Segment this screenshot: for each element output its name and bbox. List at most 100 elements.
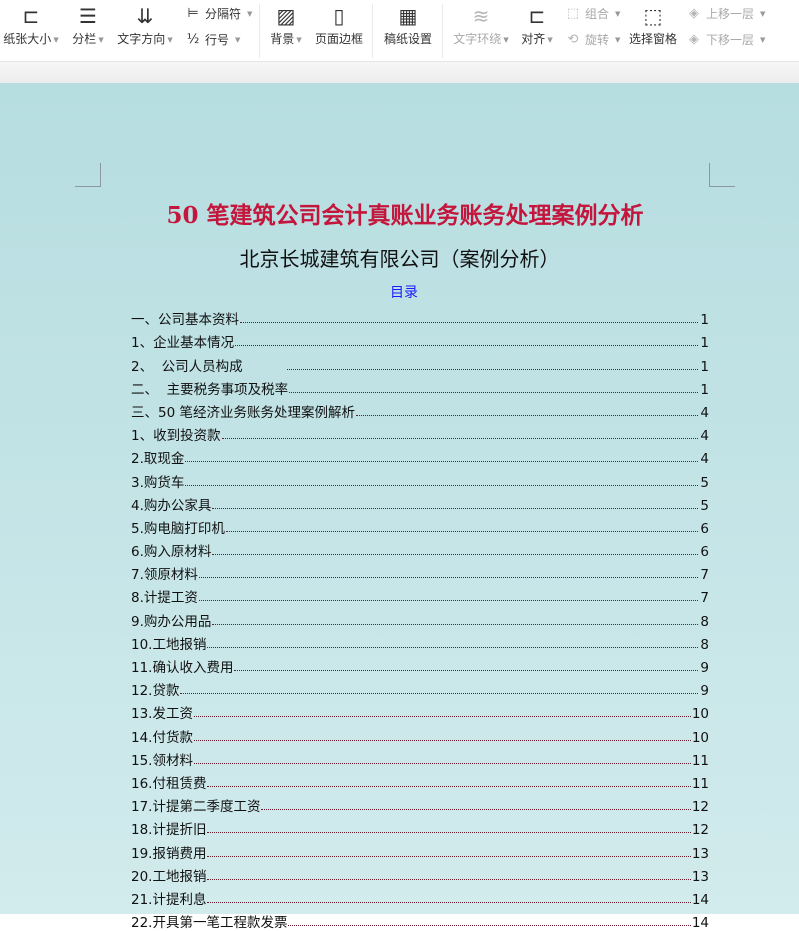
toc-leader bbox=[289, 391, 698, 393]
toc-entry-label: 9.购办公用品 bbox=[131, 613, 212, 630]
toc-entry[interactable]: 4.购办公家具 5 bbox=[131, 491, 709, 514]
toc-page-number: 8 bbox=[700, 636, 709, 653]
group-button[interactable]: ⬚ 组合 ▼ bbox=[565, 5, 621, 22]
align-button[interactable]: ⊏ 对齐 ▼ bbox=[518, 2, 556, 47]
manuscript-settings-button[interactable]: ▦ 稿纸设置 bbox=[380, 2, 436, 47]
toc-page-number: 1 bbox=[700, 312, 709, 329]
toc-leader bbox=[193, 716, 691, 718]
toc-page-number: 7 bbox=[700, 590, 709, 607]
ruler-band bbox=[0, 62, 799, 83]
toc-page-number: 5 bbox=[700, 497, 709, 514]
toc-entry[interactable]: 17.计提第二季度工资 12 bbox=[131, 792, 709, 815]
toc-entry[interactable]: 1、企业基本情况 1 bbox=[131, 328, 709, 351]
toc-leader bbox=[185, 461, 698, 463]
toc-page-number: 4 bbox=[700, 451, 709, 468]
toc-entry-label: 二、 主要税务事项及税率 bbox=[131, 381, 289, 398]
toc-leader bbox=[207, 785, 691, 787]
toc-entry[interactable]: 7.领原材料 7 bbox=[131, 560, 709, 583]
toc-leader bbox=[235, 345, 698, 347]
toc-entry[interactable]: 一、公司基本资料 1 bbox=[131, 305, 709, 328]
toc-entry[interactable]: 13.发工资 10 bbox=[131, 699, 709, 722]
toc-page-number: 11 bbox=[691, 775, 709, 792]
text-direction-button[interactable]: ⇊ 文字方向 ▼ bbox=[114, 2, 176, 47]
paper-size-button[interactable]: ⊏ 纸张大小 ▼ bbox=[2, 2, 60, 47]
toc-entry[interactable]: 22.开具第一笔工程款发票 14 bbox=[131, 908, 709, 931]
toc-page-number: 4 bbox=[700, 428, 709, 445]
separator-button[interactable]: ⊨ 分隔符 ▼ bbox=[185, 5, 252, 22]
toc-entry[interactable]: 10.工地报销 8 bbox=[131, 630, 709, 653]
toc-entry[interactable]: 15.领材料 11 bbox=[131, 746, 709, 769]
toc-page-number: 8 bbox=[700, 613, 709, 630]
toc-entry[interactable]: 1、收到投资款 4 bbox=[131, 421, 709, 444]
toc-leader bbox=[207, 646, 698, 648]
toc-entry[interactable]: 5.购电脑打印机 6 bbox=[131, 514, 709, 537]
toc-page-number: 10 bbox=[691, 729, 709, 746]
toc-entry-label: 1、收到投资款 bbox=[131, 428, 221, 445]
toc-entry-label: 11.确认收入费用 bbox=[131, 660, 234, 676]
toc-entry[interactable]: 3.购货车 5 bbox=[131, 467, 709, 491]
text-wrap-button[interactable]: ≋ 文字环绕 ▼ bbox=[450, 2, 512, 47]
align-icon: ⊏ bbox=[528, 4, 546, 28]
toc-heading[interactable]: 目录 bbox=[0, 282, 799, 302]
toc-entry[interactable]: 11.确认收入费用 9 bbox=[131, 653, 709, 676]
toc-entry-label: 3.购货车 bbox=[131, 474, 185, 491]
toc-entry[interactable]: 14.付货款 10 bbox=[131, 722, 709, 746]
toc-entry[interactable]: 2、 公司人员构成 1 bbox=[131, 351, 709, 375]
toc-leader bbox=[286, 368, 698, 370]
background-button[interactable]: ▨ 背景 ▼ bbox=[266, 2, 306, 47]
toc-entry-label: 20.工地报销 bbox=[131, 868, 207, 885]
toc-entry-label: 2.取现金 bbox=[131, 451, 185, 468]
toc-page-number: 5 bbox=[700, 474, 709, 491]
toc-page-number: 13 bbox=[691, 868, 709, 885]
toc-page-number: 7 bbox=[700, 567, 709, 584]
document-page[interactable]: 50 笔建筑公司会计真账业务账务处理案例分析 北京长城建筑有限公司（案例分析） … bbox=[0, 83, 799, 931]
toc-entry-label: 10.工地报销 bbox=[131, 636, 207, 653]
page-border-button[interactable]: ▯ 页面边框 bbox=[313, 2, 365, 47]
toc-leader bbox=[221, 438, 698, 440]
toc-entry[interactable]: 二、 主要税务事项及税率 1 bbox=[131, 375, 709, 398]
toc-entry-label: 13.发工资 bbox=[131, 706, 193, 723]
bring-forward-button[interactable]: ◈ 上移一层 ▼ bbox=[686, 5, 765, 22]
toc-entry-label: 1、企业基本情况 bbox=[131, 335, 235, 352]
toc-entry-label: 6.购入原材料 bbox=[131, 544, 212, 561]
toc-entry-label: 5.购电脑打印机 bbox=[131, 520, 225, 537]
toc-entry[interactable]: 8.计提工资 7 bbox=[131, 583, 709, 606]
toc-entry-label: 4.购办公家具 bbox=[131, 497, 212, 514]
toc-page-number: 10 bbox=[691, 706, 709, 723]
toc-entry[interactable]: 三、50 笔经济业务账务处理案例解析 4 bbox=[131, 398, 709, 421]
toc-page-number: 14 bbox=[691, 915, 709, 931]
send-backward-button[interactable]: ◈ 下移一层 ▼ bbox=[686, 31, 765, 48]
grid-icon: ▦ bbox=[398, 4, 418, 28]
page-border-icon: ▯ bbox=[333, 4, 345, 28]
toc-page-number: 4 bbox=[700, 404, 709, 421]
toc-page-number: 1 bbox=[700, 335, 709, 352]
selection-pane-icon: ⬚ bbox=[643, 4, 663, 28]
toc-leader bbox=[225, 530, 698, 532]
toc-leader bbox=[355, 414, 698, 416]
toc-entry[interactable]: 16.付租赁费 11 bbox=[131, 769, 709, 792]
background-icon: ▨ bbox=[276, 4, 296, 28]
toc-entry-label: 16.付租赁费 bbox=[131, 775, 207, 792]
margin-mark-left bbox=[75, 163, 101, 187]
toc-leader bbox=[212, 554, 698, 556]
toc-leader bbox=[185, 484, 698, 486]
toc-page-number: 13 bbox=[691, 845, 709, 862]
selection-pane-button[interactable]: ⬚ 选择窗格 bbox=[627, 2, 679, 47]
paper-size-icon: ⊏ bbox=[22, 4, 40, 28]
toc-entry[interactable]: 9.购办公用品 8 bbox=[131, 606, 709, 630]
toc-entry-label: 8.计提工资 bbox=[131, 590, 198, 607]
toc-entry[interactable]: 20.工地报销 13 bbox=[131, 862, 709, 885]
toc-entry-label: 7.领原材料 bbox=[131, 567, 198, 584]
toc-entry[interactable]: 18.计提折旧 12 bbox=[131, 815, 709, 838]
toc-entry[interactable]: 12.贷款 9 bbox=[131, 676, 709, 699]
toc-entry-label: 19.报销费用 bbox=[131, 845, 207, 862]
toc-leader bbox=[198, 600, 698, 602]
line-number-button[interactable]: ½ 行号 ▼ bbox=[185, 31, 241, 48]
columns-button[interactable]: ☰ 分栏 ▼ bbox=[68, 2, 108, 47]
toc-entry[interactable]: 6.购入原材料 6 bbox=[131, 537, 709, 560]
rotate-button[interactable]: ⟲ 旋转 ▼ bbox=[565, 31, 621, 48]
toc-entry[interactable]: 2.取现金 4 bbox=[131, 444, 709, 467]
toc-entry[interactable]: 21.计提利息 14 bbox=[131, 885, 709, 908]
toc-entry[interactable]: 19.报销费用 13 bbox=[131, 838, 709, 862]
toc-page-number: 14 bbox=[691, 891, 709, 908]
